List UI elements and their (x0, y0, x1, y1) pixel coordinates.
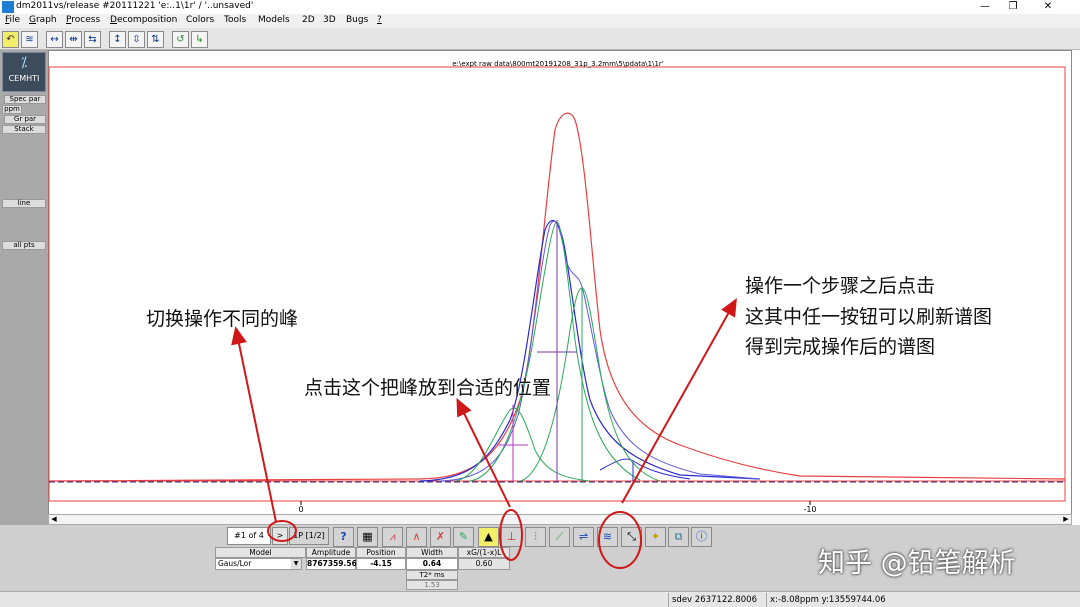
arrow-switch-peak (231, 326, 277, 523)
watermark: 知乎 @铅笔解析 (818, 548, 1016, 579)
circle-refresh-buttons (598, 511, 642, 569)
annotation-svg (231, 298, 737, 569)
circle-next-peak (267, 520, 297, 542)
arrow-refresh (621, 298, 737, 504)
arrow-place-peak (456, 397, 511, 508)
circle-place-peak-button (499, 509, 523, 561)
